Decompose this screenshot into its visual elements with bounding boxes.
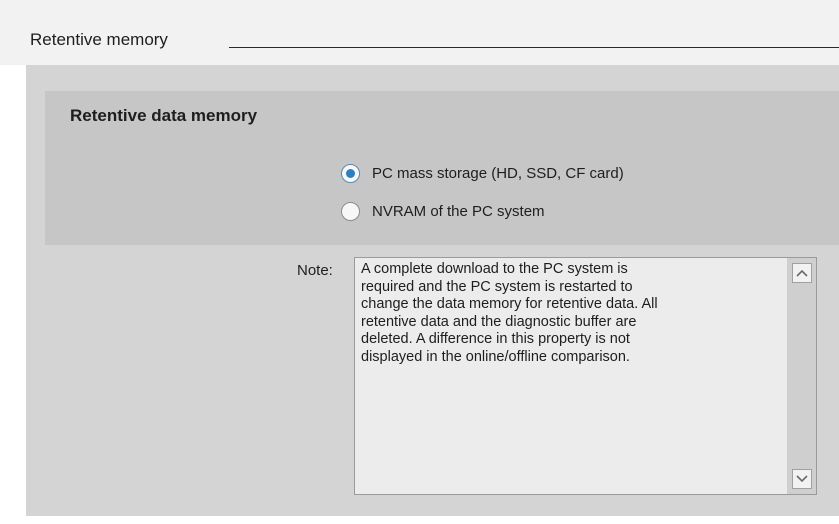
note-textbox[interactable]: A complete download to the PC system is …: [354, 257, 817, 495]
note-scrollbar[interactable]: [787, 258, 816, 494]
option-label-pc-mass-storage: PC mass storage (HD, SSD, CF card): [372, 164, 624, 182]
section-header: Retentive memory: [0, 0, 839, 65]
radio-button-pc-mass-storage[interactable]: [341, 163, 360, 183]
section-title: Retentive memory: [30, 30, 168, 49]
group-title: Retentive data memory: [70, 106, 258, 125]
note-text: A complete download to the PC system is …: [361, 261, 658, 365]
scroll-down-button[interactable]: [792, 469, 812, 489]
radio-button-nvram[interactable]: [341, 201, 360, 221]
scroll-up-button[interactable]: [792, 263, 812, 283]
chevron-down-icon: [796, 475, 808, 483]
chevron-up-icon: [796, 269, 808, 277]
section-divider: [229, 47, 839, 48]
note-label: Note:: [297, 262, 333, 279]
option-label-nvram: NVRAM of the PC system: [372, 202, 545, 220]
radio-selected-dot: [346, 168, 355, 178]
option-pc-mass-storage[interactable]: PC mass storage (HD, SSD, CF card): [341, 161, 624, 185]
option-nvram[interactable]: NVRAM of the PC system: [341, 199, 545, 223]
